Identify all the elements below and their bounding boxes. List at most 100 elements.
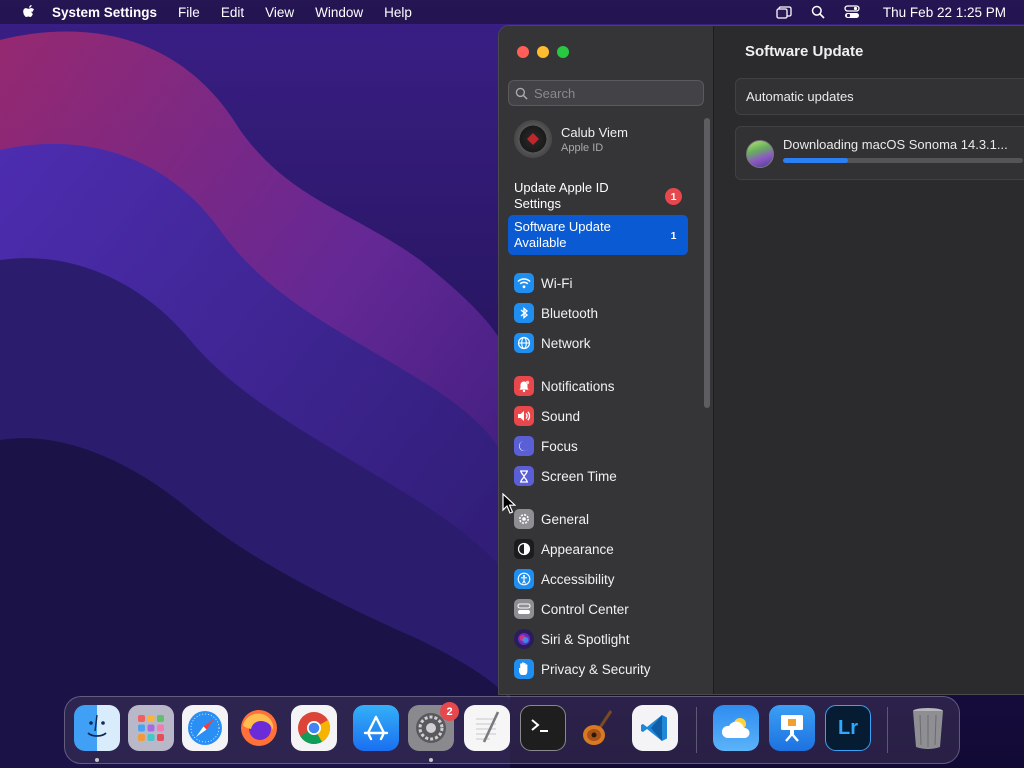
dock-app-store[interactable] [353,705,399,751]
apple-menu-icon[interactable] [18,4,40,20]
dock-vscode[interactable] [632,705,678,751]
sidebar-item-siri-spotlight[interactable]: Siri & Spotlight [514,627,630,651]
settings-sidebar: Calub Viem Apple ID Update Apple ID Sett… [499,26,714,694]
dock-lightroom[interactable]: Lr [825,705,871,751]
dock-finder[interactable] [74,705,120,751]
chrome-icon [298,712,331,745]
hand-icon [514,659,534,679]
account-name: Calub Viem [561,124,628,140]
automatic-updates-row[interactable]: Automatic updates [735,78,1024,115]
update-apple-id-settings-item[interactable]: Update Apple ID Settings 1 [508,176,688,216]
search-input[interactable] [534,85,694,101]
sidebar-item-appearance[interactable]: Appearance [514,537,614,561]
sidebar-item-wifi[interactable]: Wi-Fi [514,271,572,295]
sidebar-item-control-center[interactable]: Control Center [514,597,629,621]
menu-file[interactable]: File [178,5,200,20]
page-title: Software Update [745,43,864,60]
zoom-window-button[interactable] [557,46,569,58]
wifi-icon [514,273,534,293]
moon-icon [514,436,534,456]
sidebar-item-accessibility[interactable]: Accessibility [514,567,615,591]
sidebar-item-screen-time[interactable]: Screen Time [514,464,617,488]
dock-separator [887,707,888,753]
dock-keynote[interactable] [769,705,815,751]
guitar-icon [583,710,613,745]
search-icon [515,87,528,100]
vscode-icon [641,715,667,741]
menu-view[interactable]: View [265,5,294,20]
download-status-text: Downloading macOS Sonoma 14.3.1... [783,137,1008,152]
bluetooth-icon [514,303,534,323]
sidebar-item-label: Network [541,335,591,351]
menu-help[interactable]: Help [384,5,412,20]
sidebar-item-label: Notifications [541,378,615,394]
terminal-icon [531,719,548,732]
menu-edit[interactable]: Edit [221,5,244,20]
dock-chrome[interactable] [291,705,337,751]
sidebar-item-bluetooth[interactable]: Bluetooth [514,301,598,325]
appearance-icon [514,539,534,559]
menu-window[interactable]: Window [315,5,363,20]
dock-separator [696,707,697,753]
menubar-clock[interactable]: Thu Feb 22 1:25 PM [883,5,1006,20]
sidebar-item-general[interactable]: General [514,507,589,531]
sidebar-item-label: Control Center [541,601,629,617]
dock-garageband[interactable] [576,705,622,751]
textedit-icon [476,711,500,743]
sidebar-item-label: Siri & Spotlight [541,631,630,647]
sidebar-item-sound[interactable]: Sound [514,404,580,428]
accessibility-icon [514,569,534,589]
dock-launchpad[interactable] [128,705,174,751]
dock-textedit[interactable] [464,705,510,751]
speaker-icon [514,406,534,426]
dock-trash[interactable] [905,705,951,751]
dock-weather[interactable] [713,705,759,751]
globe-icon [514,333,534,353]
spotlight-search-icon[interactable] [809,4,827,20]
minimize-window-button[interactable] [537,46,549,58]
update-apple-id-label: Update Apple ID Settings [514,180,609,211]
hourglass-icon [514,466,534,486]
siri-icon [514,629,534,649]
running-indicator [429,758,433,762]
sidebar-item-label: Focus [541,438,578,454]
settings-search-field[interactable] [508,80,704,106]
launchpad-icon [138,715,164,741]
gear-icon [514,509,534,529]
sidebar-item-network[interactable]: Network [514,331,591,355]
screen-mirroring-icon[interactable] [775,4,793,20]
download-progress-bar [783,158,1023,163]
sidebar-item-label: Bluetooth [541,305,599,321]
dock-safari[interactable] [182,705,228,751]
menu-app-name[interactable]: System Settings [52,5,157,20]
close-window-button[interactable] [517,46,529,58]
sidebar-item-label: Wi-Fi [541,275,573,291]
software-update-available-label: Software Update Available [514,219,611,250]
sidebar-item-label: Sound [541,408,581,424]
software-update-available-item[interactable]: Software Update Available 1 [508,215,688,255]
dock: 2 Lr [64,696,960,764]
sidebar-item-privacy-security[interactable]: Privacy & Security [514,657,651,681]
mouse-cursor-icon [502,493,516,514]
software-update-pane: Software Update Automatic updates Downlo… [715,26,1024,694]
lightroom-label: Lr [838,716,858,739]
sidebar-scrollbar[interactable] [704,118,710,408]
macos-sonoma-icon [746,140,774,168]
sidebar-item-notifications[interactable]: Notifications [514,374,615,398]
app-store-icon [363,715,389,741]
download-progress-fill [783,158,848,163]
menu-bar: System Settings File Edit View Window He… [0,0,1024,24]
dock-terminal[interactable] [520,705,566,751]
dock-firefox[interactable] [236,705,282,751]
sidebar-item-label: Appearance [541,541,614,557]
safari-icon [188,711,222,745]
avatar [514,120,552,158]
apple-id-account[interactable]: Calub Viem Apple ID [514,120,628,158]
firefox-icon [241,710,277,746]
bell-icon [514,376,534,396]
trash-icon [913,708,943,749]
notification-badge: 1 [670,229,677,242]
sidebar-item-focus[interactable]: Focus [514,434,578,458]
control-center-icon[interactable] [843,4,861,20]
system-settings-window: Calub Viem Apple ID Update Apple ID Sett… [498,25,1024,695]
